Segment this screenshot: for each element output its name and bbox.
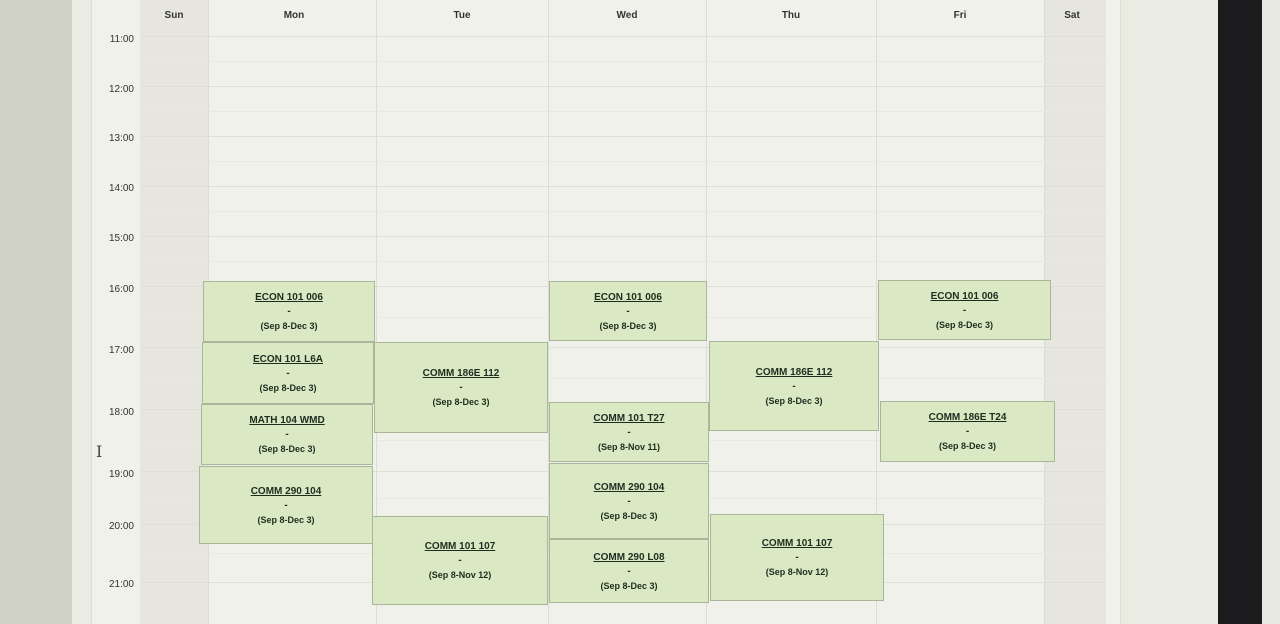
time-label: 15:00: [108, 233, 134, 244]
header-sat: Sat: [1064, 10, 1080, 21]
course-code[interactable]: COMM 101 T27: [593, 413, 664, 424]
grid-line: [140, 36, 1106, 37]
course-code[interactable]: MATH 104 WMD: [249, 415, 324, 426]
course-block-comm-290-l08-wed[interactable]: COMM 290 L08 - (Sep 8-Dec 3): [549, 539, 709, 603]
course-block-comm-186e-t24-fri[interactable]: COMM 186E T24 - (Sep 8-Dec 3): [880, 401, 1055, 462]
course-block-comm-101-t27-wed[interactable]: COMM 101 T27 - (Sep 8-Nov 11): [549, 402, 709, 462]
separator: -: [626, 305, 630, 317]
grid-line-half: [140, 211, 1106, 212]
course-block-comm-290-104-wed[interactable]: COMM 290 104 - (Sep 8-Dec 3): [549, 463, 709, 539]
course-code[interactable]: COMM 101 107: [762, 538, 833, 549]
grid-line-half: [140, 61, 1106, 62]
time-label: 18:00: [108, 407, 134, 418]
grid-line-half: [140, 161, 1106, 162]
separator: -: [284, 499, 288, 511]
course-dates: (Sep 8-Dec 3): [938, 441, 997, 451]
course-code[interactable]: ECON 101 L6A: [253, 354, 323, 365]
course-dates: (Sep 8-Nov 11): [597, 441, 661, 452]
course-code[interactable]: COMM 290 L08: [593, 552, 664, 563]
header-fri: Fri: [953, 10, 967, 21]
header-wed: Wed: [616, 10, 638, 21]
time-label: 16:00: [108, 284, 134, 295]
time-label: 14:00: [108, 183, 134, 194]
course-dates: (Sep 8-Nov 12): [765, 567, 829, 577]
course-code[interactable]: COMM 186E 112: [423, 368, 500, 379]
course-dates: (Sep 8-Dec 3): [599, 320, 657, 331]
separator: -: [962, 304, 967, 316]
course-code[interactable]: COMM 186E 112: [756, 367, 833, 378]
course-block-comm-186e-112-thu[interactable]: COMM 186E 112 - (Sep 8-Dec 3): [709, 341, 879, 431]
time-label: 11:00: [109, 34, 134, 45]
grid-line-half: [140, 261, 1106, 262]
time-label: 21:00: [108, 579, 134, 590]
sunday-column: [140, 0, 208, 624]
separator: -: [627, 426, 631, 438]
separator: -: [795, 552, 799, 563]
header-sun: Sun: [164, 10, 184, 21]
header-tue: Tue: [453, 10, 471, 21]
course-dates: (Sep 8-Dec 3): [257, 514, 315, 525]
course-code[interactable]: COMM 186E T24: [929, 412, 1007, 423]
grid-line: [140, 136, 1106, 137]
separator: -: [965, 426, 970, 437]
separator: -: [287, 306, 291, 317]
background-wall: [1262, 0, 1280, 624]
course-dates: (Sep 8-Dec 3): [935, 319, 994, 330]
separator: -: [459, 382, 463, 393]
separator: -: [627, 495, 631, 507]
course-block-econ-101-006-fri[interactable]: ECON 101 006 - (Sep 8-Dec 3): [878, 280, 1051, 340]
grid-line: [140, 86, 1106, 87]
course-block-econ-101-006-wed[interactable]: ECON 101 006 - (Sep 8-Dec 3): [549, 281, 707, 341]
time-label: 19:00: [108, 469, 134, 480]
time-label: 17:00: [108, 345, 134, 356]
course-block-comm-101-107-thu[interactable]: COMM 101 107 - (Sep 8-Nov 12): [710, 514, 884, 601]
course-dates: (Sep 8-Dec 3): [432, 397, 490, 407]
course-code[interactable]: COMM 101 107: [425, 541, 496, 552]
text-cursor-icon: I: [96, 442, 103, 461]
course-block-econ-101-006-mon[interactable]: ECON 101 006 - (Sep 8-Dec 3): [203, 281, 375, 342]
grid-line-half: [140, 111, 1106, 112]
course-code[interactable]: ECON 101 006: [931, 291, 999, 302]
course-block-comm-101-107-tue[interactable]: COMM 101 107 - (Sep 8-Nov 12): [372, 516, 548, 605]
course-block-comm-186e-112-tue[interactable]: COMM 186E 112 - (Sep 8-Dec 3): [374, 342, 548, 433]
course-block-math-104-wmd-mon[interactable]: MATH 104 WMD - (Sep 8-Dec 3): [201, 404, 373, 465]
course-code[interactable]: COMM 290 104: [251, 486, 322, 497]
grid-line: [140, 186, 1106, 187]
saturday-divider: [1044, 0, 1107, 624]
header-mon: Mon: [283, 10, 305, 21]
separator: -: [627, 565, 631, 577]
course-dates: (Sep 8-Dec 3): [600, 580, 658, 591]
separator: -: [285, 429, 289, 440]
time-label: 20:00: [108, 521, 134, 532]
course-dates: (Sep 8-Dec 3): [260, 321, 318, 331]
course-code[interactable]: ECON 101 006: [255, 292, 323, 303]
course-dates: (Sep 8-Dec 3): [259, 382, 317, 393]
header-thu: Thu: [781, 10, 801, 21]
separator: -: [792, 380, 796, 392]
time-label: 13:00: [108, 133, 134, 144]
grid-line: [140, 236, 1106, 237]
course-dates: (Sep 8-Nov 12): [428, 570, 492, 580]
course-block-econ-101-l6a-mon[interactable]: ECON 101 L6A - (Sep 8-Dec 3): [202, 342, 374, 404]
separator: -: [286, 367, 290, 379]
course-dates: (Sep 8-Dec 3): [600, 510, 658, 521]
time-label: 12:00: [108, 84, 134, 95]
course-dates: (Sep 8-Dec 3): [258, 444, 316, 454]
course-block-comm-290-104-mon[interactable]: COMM 290 104 - (Sep 8-Dec 3): [199, 466, 373, 544]
course-code[interactable]: COMM 290 104: [594, 482, 665, 493]
separator: -: [458, 555, 462, 566]
course-dates: (Sep 8-Dec 3): [765, 395, 823, 406]
course-code[interactable]: ECON 101 006: [594, 292, 662, 303]
